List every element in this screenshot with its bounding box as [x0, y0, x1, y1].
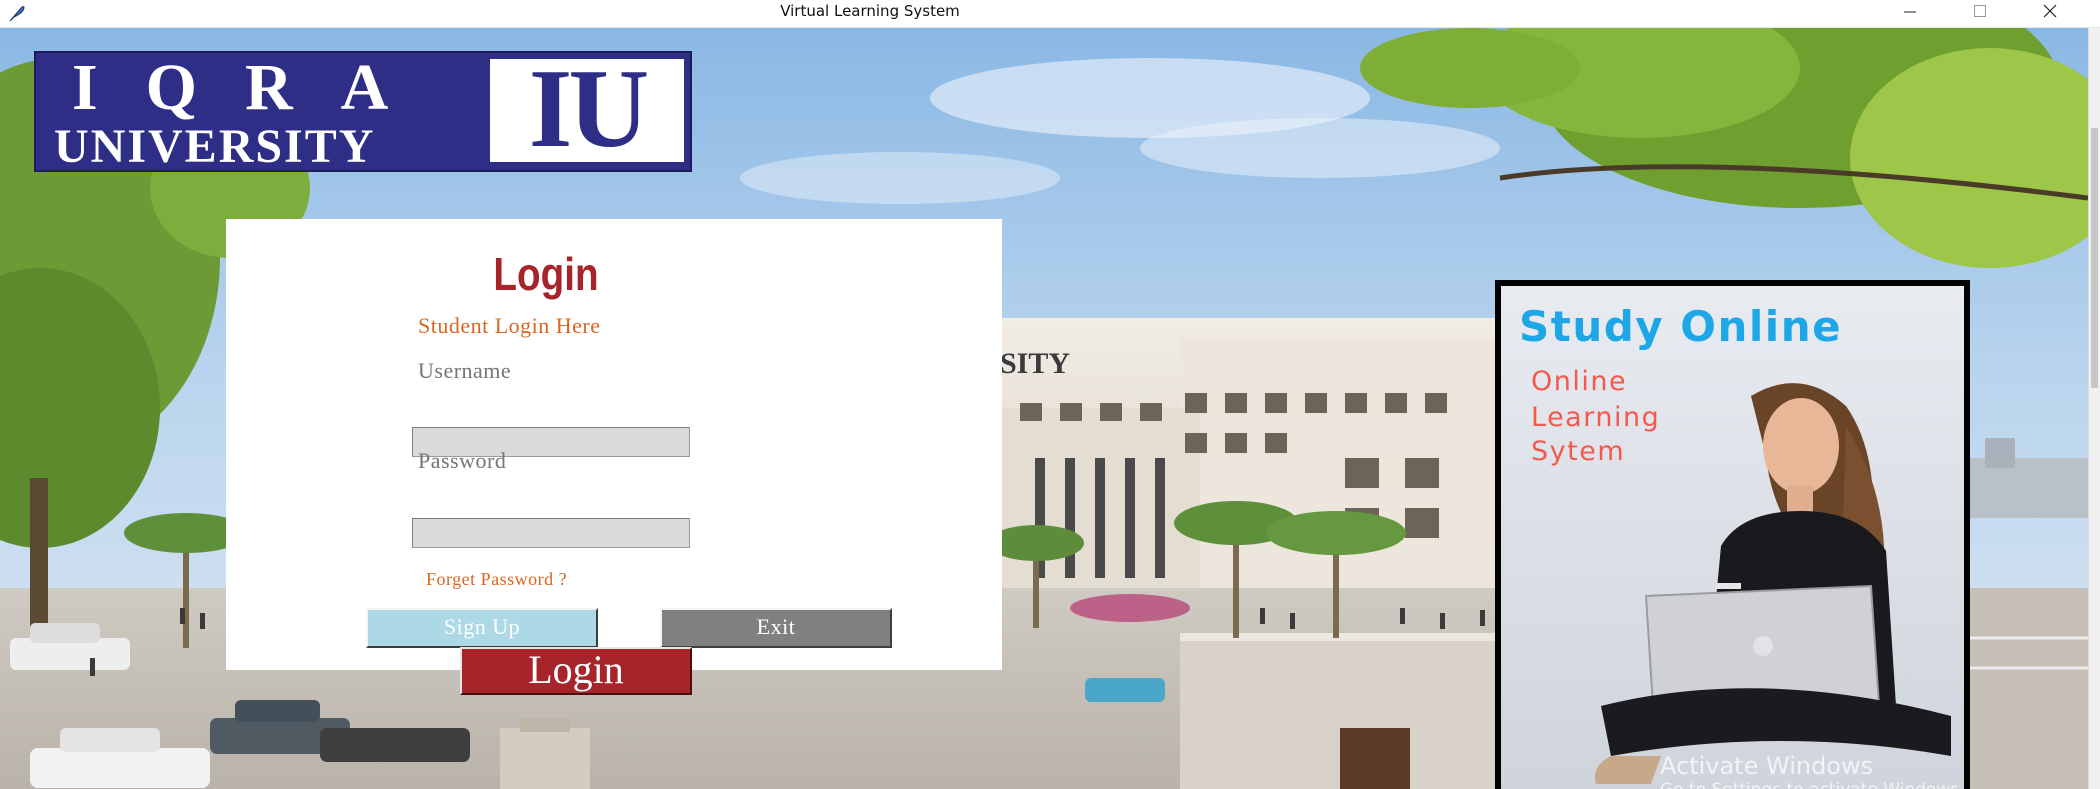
logo-monogram: IU	[490, 53, 684, 165]
app-window: Virtual Learning System SITY IQRA UNIVER…	[0, 0, 2100, 789]
login-heading: Login	[493, 248, 599, 300]
study-online-advert: Study Online Online Learning Sytem	[1495, 280, 1970, 789]
watermark-subtitle: Go to Settings to activate Windows.	[1660, 780, 1965, 789]
username-label: Username	[418, 358, 512, 383]
maximize-button[interactable]	[1950, 0, 2010, 22]
activate-windows-watermark: Activate Windows Go to Settings to activ…	[1660, 752, 1965, 789]
login-button[interactable]: Login	[460, 647, 692, 695]
login-panel: Login Student Login Here Username Passwo…	[226, 219, 1002, 670]
close-button[interactable]	[2020, 0, 2080, 22]
vertical-scrollbar[interactable]	[2088, 28, 2100, 789]
password-input[interactable]	[412, 518, 690, 548]
sign-up-button[interactable]: Sign Up	[366, 608, 598, 648]
login-subtitle: Student Login Here	[418, 313, 601, 338]
password-label: Password	[418, 448, 507, 473]
logo-monogram-text: IU	[528, 47, 649, 171]
advert-title: Study Online	[1519, 302, 1843, 351]
forget-password-link[interactable]: Forget Password ?	[426, 569, 567, 590]
title-bar[interactable]: Virtual Learning System	[0, 0, 2100, 28]
minimize-icon	[1904, 11, 1916, 13]
logo-university-text: UNIVERSITY	[54, 120, 376, 173]
university-logo: IQRA UNIVERSITY IU	[34, 51, 692, 172]
scrollbar-thumb[interactable]	[2091, 128, 2098, 388]
logo-iqra-text: IQRA	[72, 51, 437, 124]
maximize-icon	[1974, 5, 1986, 17]
close-icon	[2043, 4, 2057, 18]
student-laptop-illustration	[1501, 286, 1964, 789]
building-sign: SITY	[1000, 347, 1070, 380]
window-title: Virtual Learning System	[780, 2, 960, 20]
advert-line-2: Learning	[1531, 402, 1661, 433]
watermark-title: Activate Windows	[1660, 752, 1874, 780]
exit-button[interactable]: Exit	[660, 608, 892, 648]
client-area: SITY IQRA UNIVERSITY IU Login Student Lo…	[0, 28, 2088, 789]
advert-line-1: Online	[1531, 366, 1628, 397]
minimize-button[interactable]	[1880, 0, 1940, 22]
advert-line-3: Sytem	[1531, 436, 1626, 467]
